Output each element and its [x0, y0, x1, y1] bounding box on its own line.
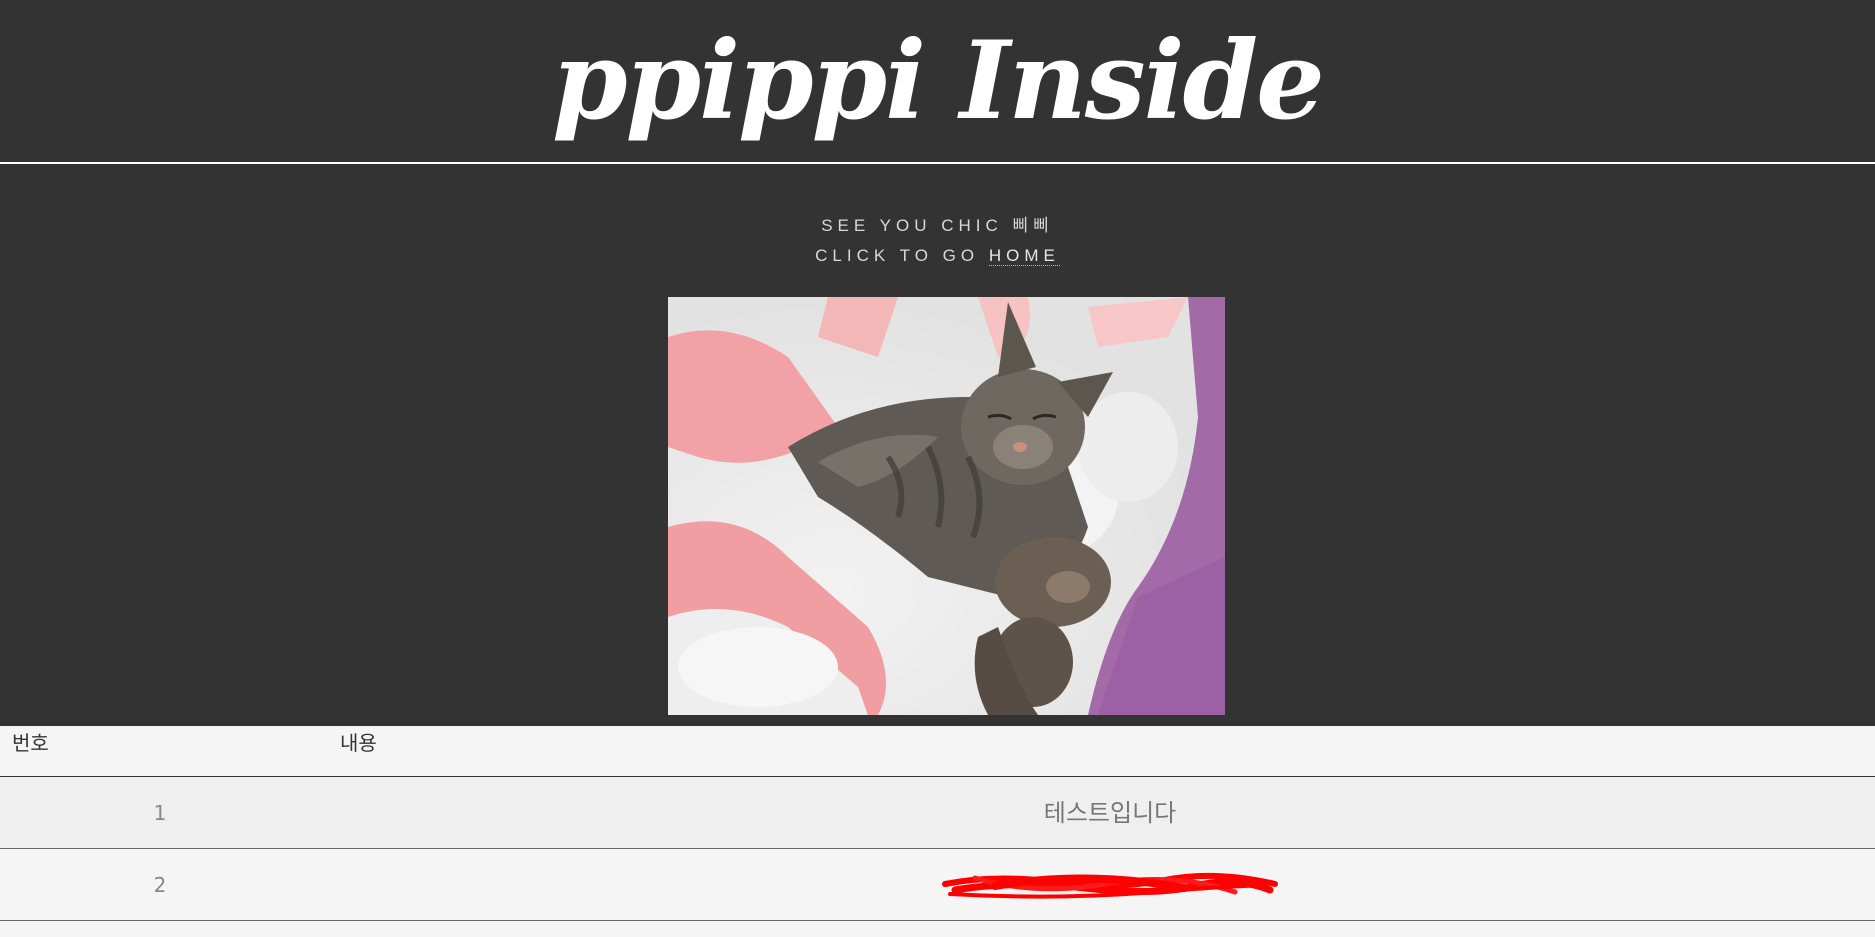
intro-text: SEE YOU CHIC 삐삐 CLICK TO GO HOME — [0, 211, 1875, 271]
cat-photo-illustration — [668, 297, 1225, 715]
home-link[interactable]: HOME — [988, 246, 1060, 266]
table-row[interactable]: 1 테스트입니다 — [0, 777, 1875, 849]
site-header: ppippi Inside — [0, 0, 1875, 164]
home-line: CLICK TO GO HOME — [0, 241, 1875, 271]
table-header: 번호 내용 — [0, 726, 1875, 777]
row-number: 1 — [153, 801, 167, 825]
redaction-scribble — [942, 872, 1278, 899]
table-row[interactable]: 2 — [0, 849, 1875, 921]
hero-cat-photo — [668, 297, 1225, 715]
site-title[interactable]: ppippi Inside — [0, 6, 1875, 156]
column-header-content: 내용 — [340, 731, 377, 755]
post-table: 번호 내용 1 테스트입니다 2 — [0, 726, 1875, 937]
row-content-link[interactable] — [800, 849, 1420, 921]
row-number: 2 — [153, 873, 167, 897]
row-content-link[interactable]: 테스트입니다 — [800, 777, 1420, 849]
home-line-prefix: CLICK TO GO — [815, 246, 989, 265]
tagline: SEE YOU CHIC 삐삐 — [821, 216, 1054, 235]
column-header-number: 번호 — [12, 731, 49, 755]
